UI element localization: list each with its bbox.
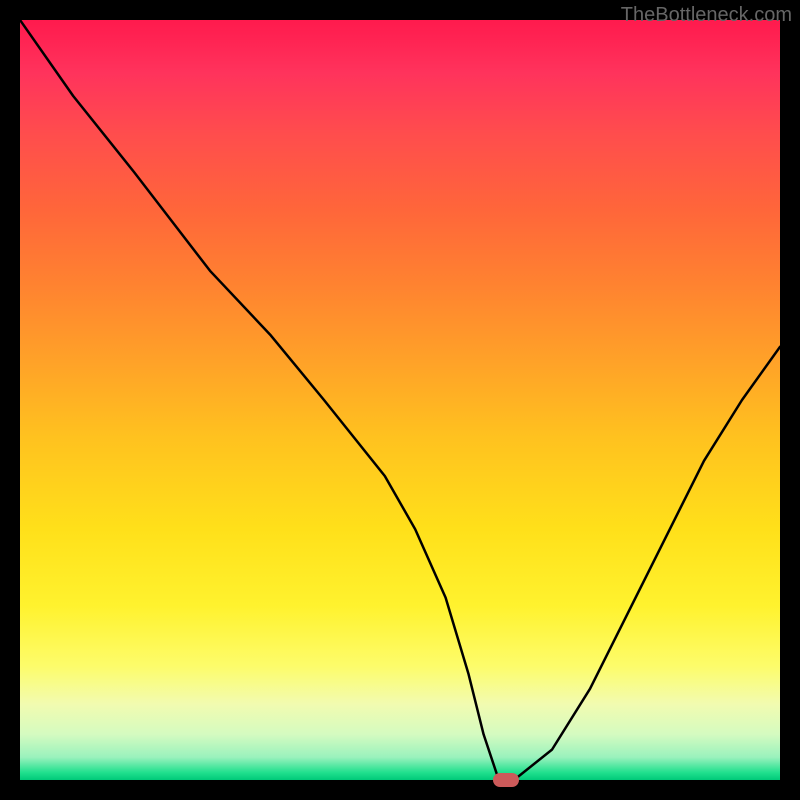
watermark-text: TheBottleneck.com — [621, 4, 792, 27]
curve-svg — [20, 20, 780, 780]
bottleneck-curve — [20, 20, 780, 780]
optimal-marker — [493, 773, 519, 787]
plot-area — [20, 20, 780, 780]
chart-frame: TheBottleneck.com — [0, 0, 800, 800]
